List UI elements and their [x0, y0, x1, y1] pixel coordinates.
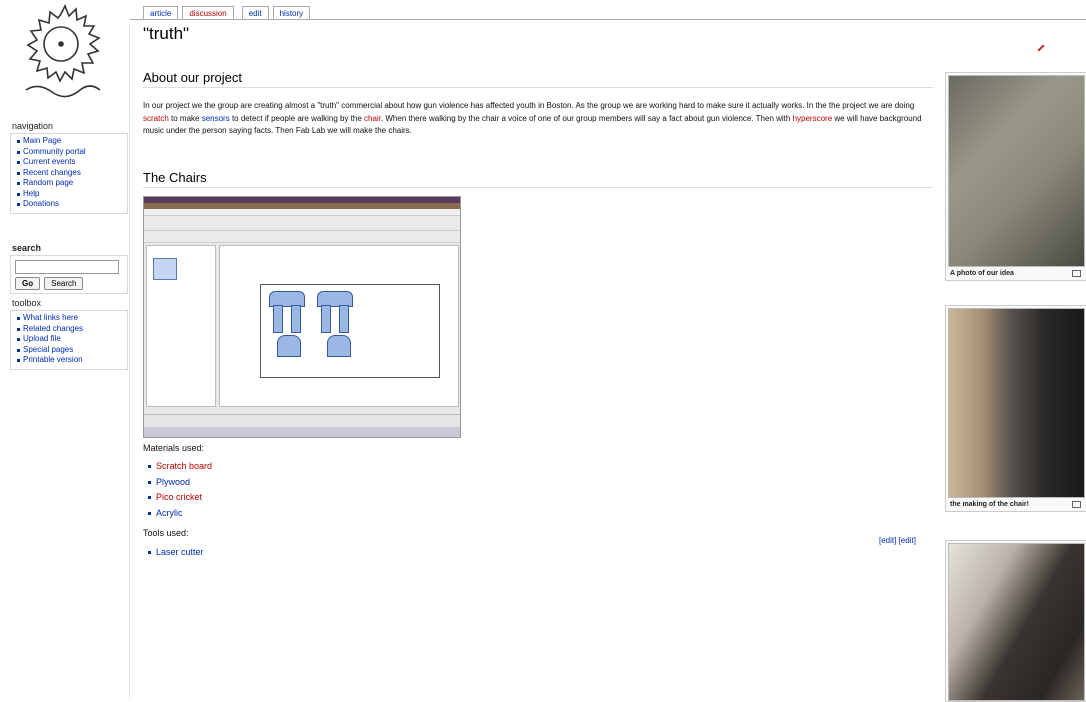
chair-part [339, 305, 349, 333]
thumbnail-caption: the making of the chair! [946, 498, 1086, 511]
nav-item-donations[interactable]: Donations [15, 199, 123, 210]
caption-text: the making of the chair! [950, 501, 1029, 508]
toolbox-portlet: toolbox What links here Related changes … [10, 298, 128, 370]
caption-text: A photo of our idea [950, 270, 1014, 277]
nav-item-current-events[interactable]: Current events [15, 157, 123, 168]
toolbox-item-printable-version[interactable]: Printable version [15, 355, 123, 366]
text-span: to make [168, 113, 202, 123]
thumbnail-third [945, 540, 1086, 702]
edit-section-links[interactable]: [edit] [edit] [879, 536, 916, 545]
search-portlet: search Go Search [10, 243, 128, 294]
material-item[interactable]: Acrylic [147, 506, 212, 522]
chair-part [291, 305, 301, 333]
link-sensors[interactable]: sensors [202, 114, 230, 123]
tabs-divider [130, 19, 1086, 20]
magnify-icon[interactable] [1072, 501, 1081, 508]
tab-history[interactable]: history [272, 6, 311, 20]
text-span: . When there walking by the chair a voic… [380, 113, 793, 123]
magnify-icon[interactable] [1072, 270, 1081, 277]
tab-article[interactable]: article [143, 6, 179, 20]
toolbox-item-what-links-here[interactable]: What links here [15, 313, 123, 324]
materials-label: Materials used: [143, 443, 205, 453]
chair-part [321, 305, 331, 333]
page-tabs: article discussion edit history [143, 6, 311, 20]
tools-list: Laser cutter [147, 545, 204, 561]
thumbnail-caption: A photo of our idea [946, 267, 1086, 280]
photo-whiteboard[interactable] [948, 75, 1085, 267]
screenshot-menubar [144, 209, 460, 216]
photo-making-chair[interactable] [948, 308, 1085, 498]
navigation-heading: navigation [12, 121, 54, 131]
site-logo[interactable] [18, 4, 104, 102]
chair-part [273, 305, 283, 333]
search-input[interactable] [15, 260, 119, 274]
toolbox-heading: toolbox [12, 298, 42, 308]
chair-design-screenshot[interactable] [143, 196, 461, 438]
screenshot-canvas [219, 245, 459, 407]
screenshot-drawing-toolbar [144, 414, 460, 427]
nav-item-main-page[interactable]: Main Page [15, 136, 123, 147]
materials-list: Scratch board Plywood Pico cricket Acryl… [147, 459, 212, 521]
photo-lab[interactable] [948, 543, 1085, 701]
tools-label: Tools used: [143, 528, 189, 538]
section-heading-chairs: The Chairs [143, 170, 933, 188]
tool-item[interactable]: Laser cutter [147, 545, 204, 561]
text-span: In our project we the group are creating… [143, 101, 915, 110]
project-description: In our project we the group are creating… [143, 100, 933, 138]
screenshot-toolbar [144, 216, 460, 231]
search-button[interactable]: Search [44, 277, 84, 290]
screenshot-toolbar-2 [144, 231, 460, 243]
navigation-portlet: navigation Main Page Community portal Cu… [10, 121, 128, 214]
nav-item-help[interactable]: Help [15, 189, 123, 200]
screenshot-pages-pane [146, 245, 216, 407]
material-item[interactable]: Plywood [147, 475, 212, 491]
chair-part [277, 335, 301, 357]
nav-item-random-page[interactable]: Random page [15, 178, 123, 189]
nav-item-community-portal[interactable]: Community portal [15, 147, 123, 158]
toolbox-item-related-changes[interactable]: Related changes [15, 324, 123, 335]
link-scratch[interactable]: scratch [143, 114, 169, 123]
thumbnail-making: the making of the chair! [945, 305, 1086, 512]
text-span: to detect if people are walking by the [229, 113, 365, 123]
thumbnail-idea: A photo of our idea [945, 72, 1086, 281]
page-thumbnail [153, 258, 177, 280]
material-item[interactable]: Pico cricket [147, 490, 212, 506]
tab-edit[interactable]: edit [241, 6, 269, 20]
material-item[interactable]: Scratch board [147, 459, 212, 475]
search-heading: search [12, 243, 42, 253]
link-chair[interactable]: chair [364, 114, 381, 123]
go-button[interactable]: Go [15, 277, 41, 290]
screenshot-taskbar [144, 427, 460, 437]
toolbox-item-upload-file[interactable]: Upload file [15, 334, 123, 345]
section-heading-about: About our project [143, 70, 933, 88]
tab-discussion[interactable]: discussion [182, 6, 234, 20]
chair-part [327, 335, 351, 357]
content-divider [129, 22, 130, 698]
page-title: "truth" [143, 24, 190, 43]
drawing-sheet [260, 284, 440, 378]
toolbox-item-special-pages[interactable]: Special pages [15, 345, 123, 356]
link-hyperscore[interactable]: hyperscore [793, 114, 833, 123]
edit-pencil-icon[interactable] [1037, 44, 1045, 52]
nav-item-recent-changes[interactable]: Recent changes [15, 168, 123, 179]
